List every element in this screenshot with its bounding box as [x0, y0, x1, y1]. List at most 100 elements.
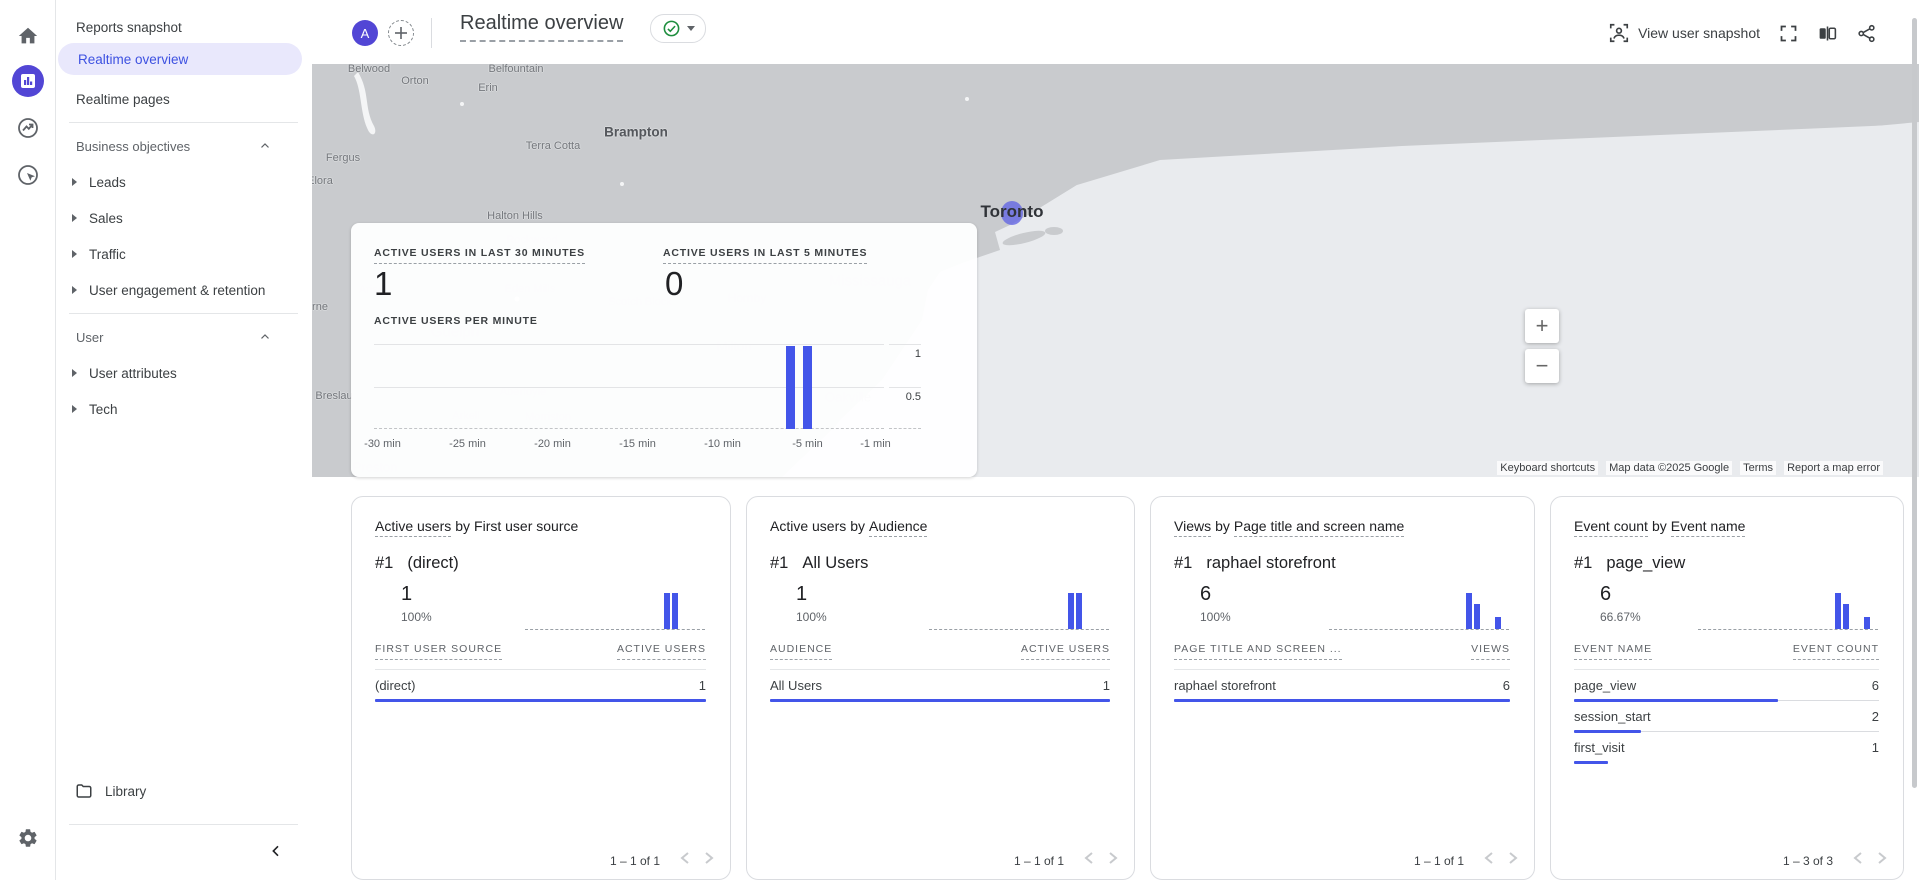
sidebar-item-realtime-overview[interactable]: Realtime overview — [58, 43, 302, 75]
expand-arrow-icon — [72, 250, 77, 258]
x-tick--15-min: -15 min — [619, 438, 656, 450]
top-item-percent: 100% — [401, 610, 432, 624]
top-item-name: (direct) — [407, 554, 459, 572]
zoom-in-button[interactable]: + — [1525, 309, 1559, 343]
previous-page-icon[interactable] — [680, 851, 690, 870]
card-title: Event count by Event name — [1574, 518, 1749, 537]
sidebar-item-reports-snapshot[interactable]: Reports snapshot — [56, 11, 302, 43]
library-item[interactable]: Library — [56, 776, 302, 806]
sidebar-item-traffic[interactable]: Traffic — [56, 239, 302, 269]
y-axis-labels: 1 0.5 — [889, 344, 921, 429]
row-share-bar — [770, 699, 1110, 702]
sidebar-item-leads[interactable]: Leads — [56, 167, 302, 197]
top-item-name: raphael storefront — [1206, 554, 1336, 572]
chevron-down-icon — [686, 26, 695, 31]
card-title-part: by — [455, 518, 471, 534]
card-title-part[interactable]: Event name — [1670, 518, 1746, 537]
metric-card-2: Views by Page title and screen name #1 rapha… — [1150, 496, 1535, 880]
share-icon[interactable] — [1856, 23, 1877, 44]
previous-page-icon[interactable] — [1853, 851, 1863, 870]
rank-label: #1 — [375, 554, 394, 572]
expand-arrow-icon — [72, 405, 77, 413]
table-row: (direct) 1 — [375, 670, 706, 702]
table-header: AUDIENCE ACTIVE USERS — [770, 643, 1110, 660]
x-tick--30-min: -30 min — [364, 438, 401, 450]
top-item-value: 6 — [1600, 583, 1612, 605]
sidebar-item-sales[interactable]: Sales — [56, 203, 302, 233]
map-attribution-3[interactable]: Report a map error — [1784, 461, 1883, 475]
previous-page-icon[interactable] — [1484, 851, 1494, 870]
home-icon[interactable] — [12, 20, 44, 52]
row-value: 2 — [1871, 708, 1879, 724]
top-item-name: page_view — [1606, 554, 1686, 572]
column-header: FIRST USER SOURCE — [375, 643, 503, 660]
sidebar-divider — [69, 313, 298, 314]
data-quality-badge[interactable] — [650, 14, 706, 43]
y-tick-1: 1 — [914, 348, 921, 360]
pagination-label: 1 – 3 of 3 — [1782, 853, 1833, 868]
map-attribution-0[interactable]: Keyboard shortcuts — [1497, 461, 1599, 475]
top-item-name: All Users — [802, 554, 869, 572]
page-title[interactable]: Realtime overview — [460, 12, 624, 42]
rank-label: #1 — [770, 554, 789, 572]
table-row: All Users 1 — [770, 670, 1110, 702]
next-page-icon[interactable] — [1877, 851, 1887, 870]
expand-arrow-icon — [72, 178, 77, 186]
top-item-value: 1 — [796, 583, 808, 605]
avatar[interactable]: A — [352, 20, 378, 46]
sidebar-section-label: User — [76, 329, 104, 345]
compare-icon[interactable] — [1817, 23, 1838, 44]
map-attribution-2[interactable]: Terms — [1740, 461, 1777, 475]
page-scrollbar[interactable] — [1912, 18, 1917, 788]
card-title-part[interactable]: Active users — [375, 518, 452, 537]
card-title-part[interactable]: Page title and screen name — [1233, 518, 1405, 537]
reports-icon[interactable] — [11, 65, 44, 97]
card-title-part[interactable]: Event count — [1574, 518, 1648, 537]
next-page-icon[interactable] — [704, 851, 714, 870]
sidebar-item-label: User attributes — [89, 365, 177, 381]
settings-gear-icon[interactable] — [12, 822, 44, 854]
sparkline-chart — [1329, 593, 1509, 630]
sidebar-item-tech[interactable]: Tech — [56, 394, 302, 424]
zoom-out-button[interactable]: − — [1525, 349, 1559, 383]
explore-icon[interactable] — [12, 112, 44, 144]
sidebar-section-business-objectives[interactable]: Business objectives — [56, 131, 302, 161]
app-rail — [0, 0, 56, 880]
next-page-icon[interactable] — [1108, 851, 1118, 870]
sidebar-item-user-attributes[interactable]: User attributes — [56, 358, 302, 388]
x-tick--1-min: -1 min — [860, 438, 891, 450]
rank-label: #1 — [1174, 554, 1193, 572]
table-row: page_view 6 — [1574, 670, 1879, 702]
card-title-dropdown[interactable]: Active users — [770, 518, 846, 534]
active-user-map-marker — [1001, 201, 1023, 225]
view-user-snapshot-button[interactable]: View user snapshot — [1608, 22, 1760, 44]
card-title-dropdown[interactable]: First user source — [474, 518, 578, 534]
header-divider — [431, 18, 432, 48]
sidebar-item-realtime-pages[interactable]: Realtime pages — [56, 83, 302, 115]
card-title-part: by — [1651, 518, 1667, 534]
advertising-icon[interactable] — [12, 159, 44, 191]
table-row: raphael storefront 6 — [1174, 670, 1510, 702]
column-header: ACTIVE USERS — [616, 643, 706, 660]
card-title: Active users by First user source — [375, 518, 582, 537]
top-item-percent: 100% — [796, 610, 827, 624]
row-share-bar — [1574, 761, 1608, 764]
collapse-sidebar-button[interactable] — [264, 839, 288, 863]
check-circle-icon — [663, 20, 679, 37]
sidebar-divider — [69, 824, 298, 825]
active-users-30min-label: ACTIVE USERS IN LAST 30 MINUTES — [374, 247, 585, 264]
fullscreen-icon[interactable] — [1778, 23, 1799, 44]
row-share-bar — [1174, 699, 1510, 702]
ga-realtime-page: Reports snapshot Realtime overview Realtim… — [0, 0, 1919, 880]
metric-card-1: Active users by Audience #1 All Users 1 100% AU… — [746, 496, 1135, 880]
previous-page-icon[interactable] — [1084, 851, 1094, 870]
add-comparison-button[interactable] — [388, 20, 414, 46]
card-title-part[interactable]: Audience — [869, 518, 928, 537]
card-title-part[interactable]: Views — [1174, 518, 1212, 537]
table-header: EVENT NAME EVENT COUNT — [1574, 643, 1879, 660]
metric-card-0: Active users by First user source #1 (direct… — [351, 496, 731, 880]
next-page-icon[interactable] — [1508, 851, 1518, 870]
spark-bar — [1473, 603, 1480, 629]
sidebar-section-user[interactable]: User — [56, 322, 302, 352]
sidebar-item-user-engagement-retention[interactable]: User engagement & retention — [56, 275, 302, 305]
